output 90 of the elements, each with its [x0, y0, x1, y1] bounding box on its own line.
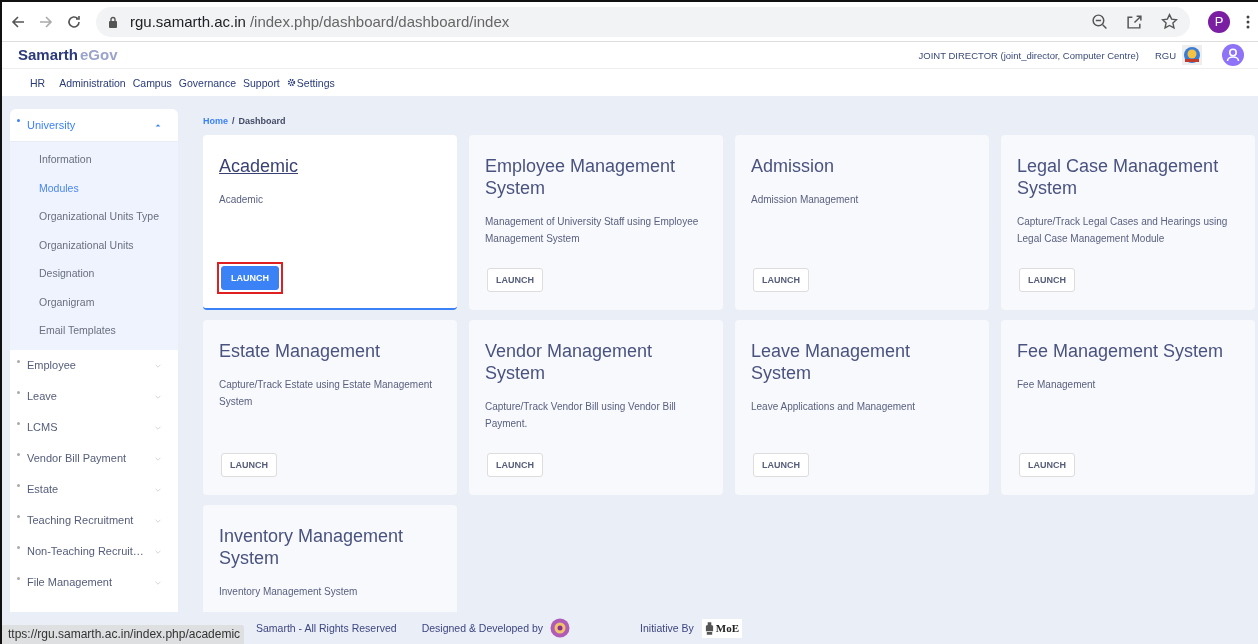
caret-down-icon: [154, 548, 162, 555]
brand-suffix: eGov: [80, 46, 118, 63]
module-description: Fee Management: [1017, 378, 1097, 392]
gear-icon: [286, 78, 296, 87]
caret-down-icon: [154, 486, 162, 493]
launch-button[interactable]: LAUNCH: [753, 453, 809, 477]
module-title[interactable]: Vendor Management System: [485, 340, 707, 384]
org-name: RGU: [1154, 49, 1176, 61]
bullet-icon: [17, 545, 20, 549]
caret-down-icon: [154, 455, 162, 462]
sidebar-group[interactable]: Leave: [10, 380, 178, 412]
reload-icon[interactable]: [66, 13, 82, 30]
launch-button[interactable]: LAUNCH: [487, 268, 543, 292]
bullet-icon: [17, 119, 20, 122]
seal-icon: [550, 618, 571, 638]
launch-button[interactable]: LAUNCH: [487, 453, 543, 477]
launch-button[interactable]: LAUNCH: [221, 453, 277, 477]
caret-up-icon: [154, 122, 162, 128]
brand-name: Samarth: [18, 46, 79, 63]
sidebar-item[interactable]: Information: [10, 145, 178, 174]
bullet-icon: [17, 452, 20, 456]
address-bar[interactable]: rgu.samarth.ac.in /index.php/dashboard/dashboard/index: [96, 6, 1190, 37]
module-title[interactable]: Inventory Management System: [219, 525, 441, 569]
module-title[interactable]: Leave Management System: [751, 340, 973, 384]
module-title[interactable]: Fee Management System: [1017, 340, 1239, 362]
lock-icon: [108, 15, 118, 28]
module-description: Admission Management: [751, 193, 860, 207]
bullet-icon: [17, 576, 20, 580]
sidebar-group[interactable]: Estate: [10, 473, 178, 505]
module-title[interactable]: Legal Case Management System: [1017, 155, 1239, 199]
module-title[interactable]: Estate Management: [219, 340, 441, 362]
sidebar-item[interactable]: Email Templates: [10, 316, 178, 345]
module-description: Capture/Track Estate using Estate Management System: [219, 378, 434, 409]
launch-button[interactable]: LAUNCH: [753, 268, 809, 292]
module-description: Leave Applications and Management: [751, 400, 916, 414]
nav-link[interactable]: Administration: [59, 76, 126, 89]
sidebar-item[interactable]: Organizational Units Type: [10, 202, 178, 231]
caret-down-icon: [154, 517, 162, 524]
menu-icon[interactable]: [1246, 13, 1250, 30]
copyright-text: Samarth - All Rights Reserved: [256, 622, 397, 634]
user-role: JOINT DIRECTOR (joint_director, Computer Centre): [918, 49, 1139, 61]
sidebar-group[interactable]: Employee: [10, 349, 178, 381]
module-title[interactable]: Employee Management System: [485, 155, 707, 199]
launch-button[interactable]: LAUNCH: [1019, 268, 1075, 292]
caret-down-icon: [154, 362, 162, 369]
bullet-icon: [17, 359, 20, 363]
module-description: Capture/Track Legal Cases and Hearings using Legal Case Management Module: [1017, 215, 1229, 246]
module-description: Capture/Track Vendor Bill using Vendor Bill Payment.: [485, 400, 677, 431]
sidebar-group[interactable]: LCMS: [10, 411, 178, 443]
status-url: ttps://rgu.samarth.ac.in/index.php/academic: [2, 625, 245, 644]
sidebar-item[interactable]: Organizational Units: [10, 230, 178, 259]
sidebar-group[interactable]: Non-Teaching Recruit…: [10, 535, 178, 567]
sidebar-group[interactable]: Vendor Bill Payment: [10, 442, 178, 474]
caret-down-icon: [154, 579, 162, 586]
launch-button[interactable]: LAUNCH: [221, 266, 279, 290]
module-description: Management of University Staff using Employee Management System: [485, 215, 700, 246]
nav-link[interactable]: Campus: [132, 76, 172, 89]
bullet-icon: [17, 483, 20, 487]
module-description: Inventory Management System: [219, 585, 359, 599]
nav-link[interactable]: Governance: [178, 76, 236, 89]
designed-by-text: Designed & Developed by: [421, 622, 544, 634]
bullet-icon: [17, 421, 20, 425]
zoom-out-icon[interactable]: [1091, 13, 1108, 30]
nav-link[interactable]: Support: [243, 76, 280, 89]
bullet-icon: [17, 390, 20, 394]
ministry-logo: MoE: [701, 618, 742, 638]
breadcrumb-separator: /: [232, 115, 235, 126]
bullet-icon: [17, 514, 20, 518]
breadcrumb-current: Dashboard: [238, 115, 286, 126]
sidebar-item[interactable]: Organigram: [10, 287, 178, 316]
module-title[interactable]: Academic: [219, 155, 441, 177]
initiative-text: Initiative By: [640, 622, 694, 634]
nav-link[interactable]: Settings: [286, 76, 335, 89]
caret-down-icon: [154, 424, 162, 431]
emblem-icon: [1182, 45, 1202, 65]
nav-link[interactable]: HR: [30, 76, 46, 89]
sidebar-group[interactable]: File Management: [10, 566, 178, 598]
url-path: /index.php/dashboard/dashboard/index: [249, 13, 510, 30]
profile-button[interactable]: P: [1208, 10, 1230, 33]
share-icon[interactable]: [1126, 13, 1143, 30]
launch-button[interactable]: LAUNCH: [1019, 453, 1075, 477]
user-avatar-icon[interactable]: [1222, 44, 1244, 66]
back-icon[interactable]: [10, 13, 26, 30]
sidebar-item[interactable]: Designation: [10, 259, 178, 288]
url-host: rgu.samarth.ac.in: [130, 13, 246, 30]
module-description: Academic: [219, 193, 264, 207]
sidebar-group[interactable]: Teaching Recruitment: [10, 504, 178, 536]
caret-down-icon: [154, 393, 162, 400]
star-icon[interactable]: [1161, 13, 1178, 30]
module-title[interactable]: Admission: [751, 155, 973, 177]
